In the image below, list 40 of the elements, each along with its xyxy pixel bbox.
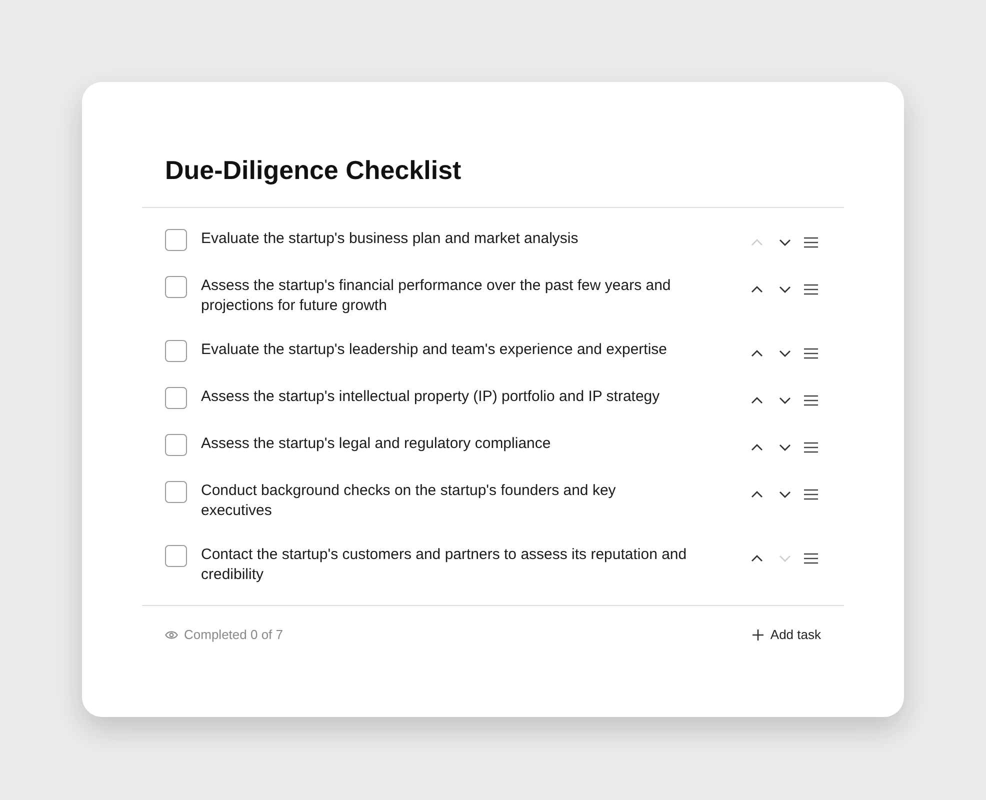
checkbox[interactable] [165,481,187,503]
menu-icon[interactable] [804,442,818,452]
menu-icon[interactable] [804,488,818,500]
chevron-down-icon [779,554,791,562]
checkbox[interactable] [165,434,187,456]
menu-icon[interactable] [804,348,818,358]
plus-icon [752,628,764,641]
chevron-up-icon [751,554,763,562]
menu-icon[interactable] [804,236,818,248]
checkbox[interactable] [165,340,187,362]
chevron-up-icon [751,490,763,498]
chevron-up-icon [751,238,763,246]
menu-icon[interactable] [804,394,818,406]
checkbox[interactable] [165,545,187,567]
chevron-down-icon [779,442,791,452]
task-text: Assess the startup's intellectual property (IP) portfolio and IP strategy [201,387,661,407]
add-task-button[interactable]: Add task [752,625,821,644]
checklist-title: Due-Diligence Checklist [142,152,844,208]
menu-icon[interactable] [804,552,818,564]
chevron-down-icon [779,490,791,498]
chevron-up-icon [751,396,763,404]
task-text: Assess the startup's financial performance over the past few years and projections for future growth [201,276,672,316]
chevron-down-icon [779,238,791,246]
chevron-up-icon [751,442,763,452]
completion-status: Completed 0 of 7 [184,626,284,644]
task-text: Contact the startup's customers and partners to assess its reputation and credibility [201,545,688,585]
checkbox[interactable] [165,229,187,251]
task-text: Evaluate the startup's leadership and team's experience and expertise [201,340,668,360]
chevron-up-icon [751,348,763,358]
chevron-down-icon [779,284,791,294]
menu-icon[interactable] [804,284,818,294]
checkbox[interactable] [165,387,187,409]
chevron-down-icon [779,396,791,404]
chevron-up-icon [751,284,763,294]
task-text: Conduct background checks on the startup's founders and key executives [201,481,617,521]
chevron-down-icon [779,348,791,358]
task-text: Assess the startup's legal and regulatory compliance [201,434,552,454]
task-text: Evaluate the startup's business plan and market analysis [201,229,580,249]
eye-icon [165,630,178,640]
checkbox[interactable] [165,276,187,298]
